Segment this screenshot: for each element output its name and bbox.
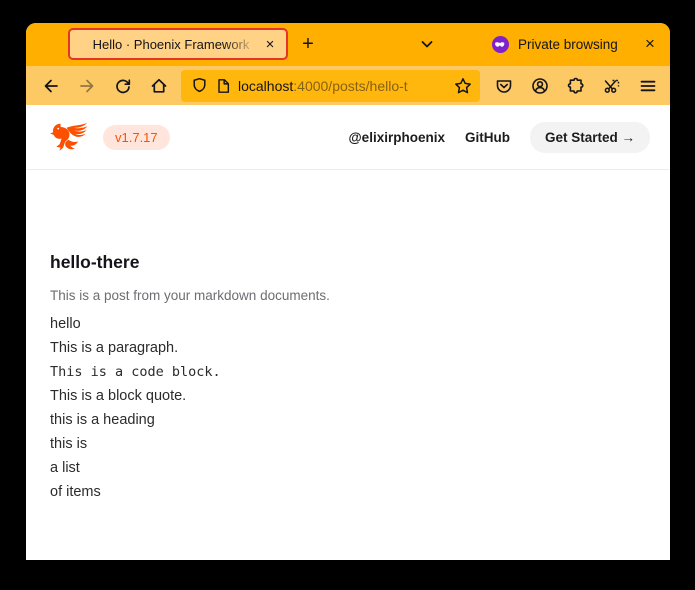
phoenix-logo-icon[interactable] bbox=[49, 121, 89, 153]
tab-list-chevron-icon[interactable] bbox=[414, 31, 440, 57]
url-text: localhost:4000/posts/hello-t bbox=[238, 78, 447, 94]
private-browsing-label: Private browsing bbox=[518, 37, 618, 52]
active-tab[interactable]: Hello · Phoenix Framework × bbox=[68, 28, 288, 60]
post-line: of items bbox=[50, 480, 646, 504]
screenshot-scissors-icon[interactable] bbox=[595, 71, 629, 101]
bookmark-star-icon[interactable] bbox=[454, 77, 472, 95]
site-header: v1.7.17 @elixirphoenix GitHub Get Starte… bbox=[26, 105, 670, 170]
back-button[interactable] bbox=[34, 71, 68, 101]
extensions-puzzle-icon[interactable] bbox=[559, 71, 593, 101]
shield-icon[interactable] bbox=[191, 77, 208, 94]
toolbar-right-icons bbox=[486, 71, 666, 101]
page-content: v1.7.17 @elixirphoenix GitHub Get Starte… bbox=[26, 105, 670, 560]
post-line: this is a heading bbox=[50, 408, 646, 432]
post-line: this is bbox=[50, 432, 646, 456]
post-line: This is a block quote. bbox=[50, 384, 646, 408]
tab-bar: Hello · Phoenix Framework × + Private br… bbox=[26, 23, 670, 66]
navigation-toolbar: localhost:4000/posts/hello-t bbox=[26, 66, 670, 105]
post-article: hello-there This is a post from your mar… bbox=[26, 170, 670, 504]
pocket-icon[interactable] bbox=[487, 71, 521, 101]
url-domain: localhost bbox=[238, 78, 293, 94]
post-line: This is a paragraph. bbox=[50, 336, 646, 360]
account-icon[interactable] bbox=[523, 71, 557, 101]
tab-title: Hello · Phoenix Framework bbox=[82, 37, 260, 52]
browser-window: Hello · Phoenix Framework × + Private br… bbox=[26, 23, 670, 560]
window-close-button[interactable]: × bbox=[637, 31, 663, 57]
url-path: :4000/posts/hello-t bbox=[293, 78, 407, 94]
version-badge: v1.7.17 bbox=[103, 125, 170, 150]
forward-button[interactable] bbox=[70, 71, 104, 101]
tab-close-button[interactable]: × bbox=[260, 34, 280, 54]
menu-hamburger-icon[interactable] bbox=[631, 71, 665, 101]
post-code-line: This is a code block. bbox=[50, 360, 646, 384]
reload-button[interactable] bbox=[106, 71, 140, 101]
post-title: hello-there bbox=[50, 252, 646, 273]
twitter-link[interactable]: @elixirphoenix bbox=[349, 130, 445, 145]
url-bar[interactable]: localhost:4000/posts/hello-t bbox=[181, 70, 480, 102]
private-browsing-badge: Private browsing bbox=[492, 23, 618, 66]
github-link[interactable]: GitHub bbox=[465, 130, 510, 145]
home-button[interactable] bbox=[142, 71, 176, 101]
post-subtitle: This is a post from your markdown docume… bbox=[50, 288, 646, 303]
private-browsing-mask-icon bbox=[492, 36, 509, 53]
post-line: a list bbox=[50, 456, 646, 480]
page-icon[interactable] bbox=[215, 78, 231, 94]
get-started-button[interactable]: Get Started → bbox=[530, 122, 650, 153]
post-body: hello This is a paragraph. This is a cod… bbox=[50, 312, 646, 504]
new-tab-button[interactable]: + bbox=[294, 30, 322, 58]
post-line: hello bbox=[50, 312, 646, 336]
